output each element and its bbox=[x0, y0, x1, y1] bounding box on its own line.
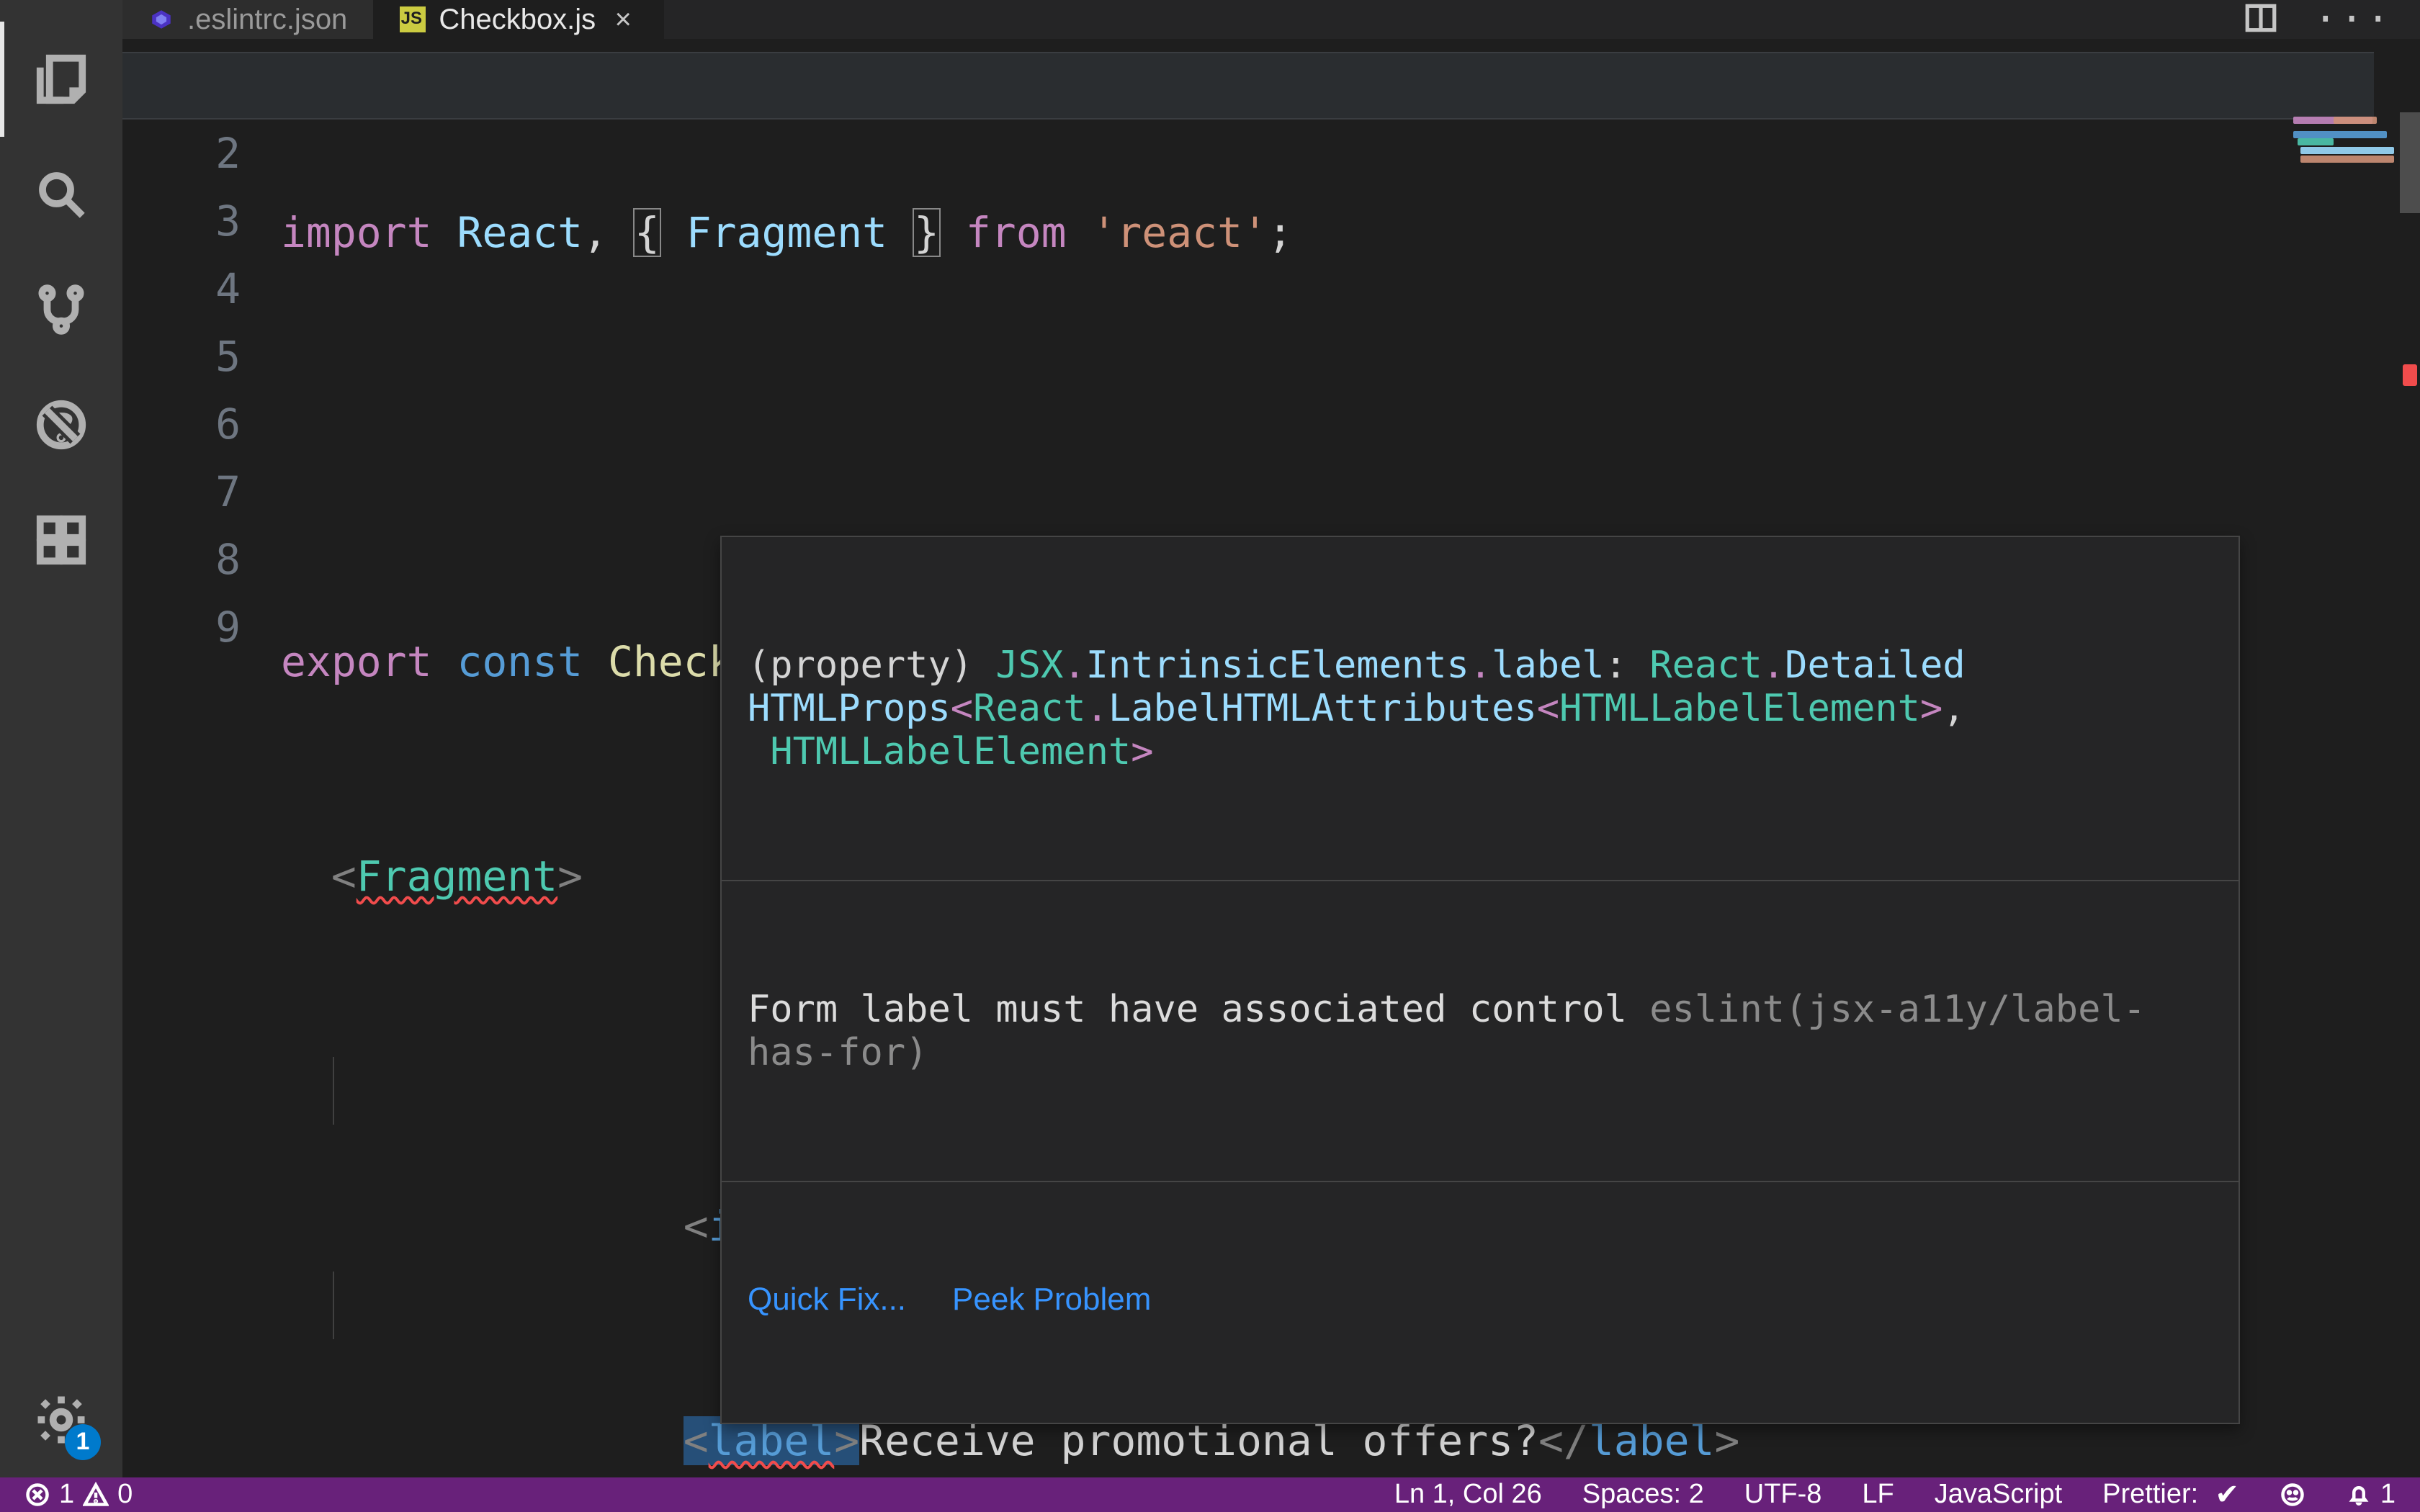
smiley-icon bbox=[2280, 1482, 2305, 1508]
tab-checkbox-js[interactable]: JS Checkbox.js × bbox=[374, 0, 664, 39]
hover-actions: Quick Fix... Peek Problem bbox=[722, 1269, 2238, 1336]
code-content: import React, { Fragment } from 'react';… bbox=[281, 39, 2420, 1477]
settings-badge: 1 bbox=[65, 1424, 101, 1460]
settings-gear-icon[interactable]: 1 bbox=[0, 1362, 122, 1477]
eslint-icon bbox=[148, 6, 174, 32]
hover-widget: (property) JSX.IntrinsicElements.label: … bbox=[720, 536, 2240, 1424]
line-number: 1 bbox=[122, 52, 281, 120]
status-encoding[interactable]: UTF-8 bbox=[1737, 1479, 1829, 1510]
peek-problem-link[interactable]: Peek Problem bbox=[952, 1282, 1151, 1318]
extensions-icon[interactable] bbox=[0, 482, 122, 598]
status-problems[interactable]: 1 0 bbox=[17, 1479, 140, 1510]
line-number: 2 bbox=[122, 120, 281, 187]
code-line bbox=[281, 413, 2420, 481]
line-number: 4 bbox=[122, 255, 281, 323]
editor-actions: ··· bbox=[2243, 0, 2420, 39]
line-number-gutter: 1 2 3 4 5 6 7 8 9 bbox=[122, 39, 281, 1477]
split-editor-icon[interactable] bbox=[2243, 0, 2279, 39]
code-editor[interactable]: 1 2 3 4 5 6 7 8 9 import React, { Fragme… bbox=[122, 39, 2420, 1477]
line-number: 9 bbox=[122, 593, 281, 661]
hover-problem-message: Form label must have associated control … bbox=[722, 968, 2238, 1094]
line-number: 3 bbox=[122, 187, 281, 255]
tab-label: Checkbox.js bbox=[439, 4, 596, 36]
activity-bar: 1 bbox=[0, 0, 122, 1477]
error-icon bbox=[24, 1482, 50, 1508]
status-bar: 1 0 Ln 1, Col 26 Spaces: 2 UTF-8 LF Java… bbox=[0, 1477, 2420, 1512]
source-control-icon[interactable] bbox=[0, 252, 122, 367]
code-line: import React, { Fragment } from 'react'; bbox=[281, 199, 2420, 266]
quick-fix-link[interactable]: Quick Fix... bbox=[748, 1282, 906, 1318]
status-eol[interactable]: LF bbox=[1855, 1479, 1901, 1510]
status-prettier[interactable]: Prettier: ✔ bbox=[2095, 1478, 2246, 1511]
line-number: 6 bbox=[122, 390, 281, 458]
line-number: 7 bbox=[122, 458, 281, 526]
status-feedback[interactable] bbox=[2272, 1482, 2313, 1508]
explorer-icon[interactable] bbox=[0, 22, 122, 137]
search-icon[interactable] bbox=[0, 137, 122, 252]
status-indentation[interactable]: Spaces: 2 bbox=[1575, 1479, 1711, 1510]
line-number: 8 bbox=[122, 526, 281, 593]
editor-tab-bar: .eslintrc.json JS Checkbox.js × ··· bbox=[122, 0, 2420, 39]
debug-disabled-icon[interactable] bbox=[0, 367, 122, 482]
tab-eslintrc[interactable]: .eslintrc.json bbox=[122, 0, 374, 39]
overview-ruler[interactable] bbox=[2400, 112, 2420, 1477]
js-icon: JS bbox=[400, 6, 426, 32]
tab-label: .eslintrc.json bbox=[187, 4, 347, 36]
warning-icon bbox=[83, 1482, 109, 1508]
hover-type-info: (property) JSX.IntrinsicElements.label: … bbox=[722, 624, 2238, 793]
status-language-mode[interactable]: JavaScript bbox=[1927, 1479, 2069, 1510]
close-icon[interactable]: × bbox=[609, 4, 637, 36]
bell-icon bbox=[2346, 1482, 2372, 1508]
status-cursor-position[interactable]: Ln 1, Col 26 bbox=[1387, 1479, 1549, 1510]
status-notifications[interactable]: 1 bbox=[2339, 1479, 2403, 1510]
line-number: 5 bbox=[122, 323, 281, 390]
